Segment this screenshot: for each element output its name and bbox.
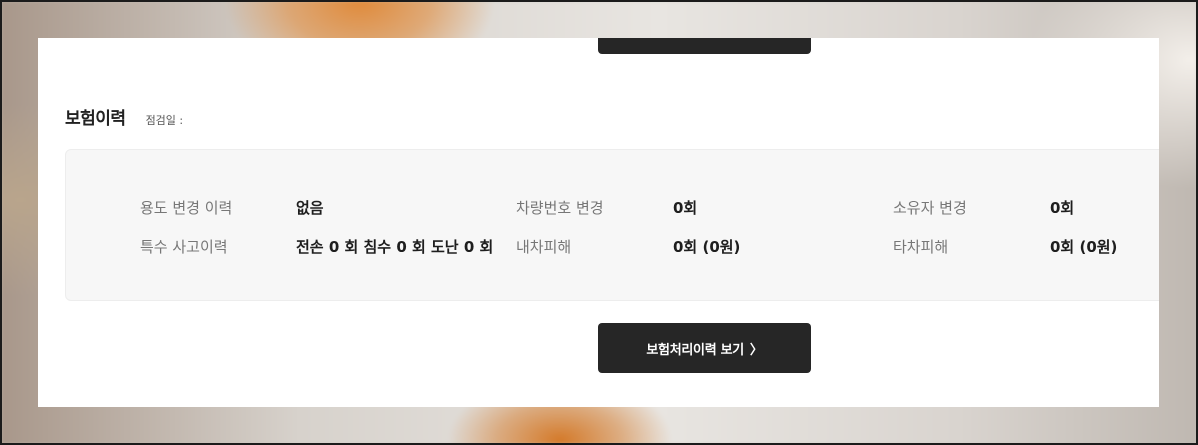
insurance-info-panel: 용도 변경 이력 없음 차량번호 변경 0회 소유자 변경 0회 특수 사고이력… (65, 149, 1159, 301)
usage-change-label: 용도 변경 이력 (140, 199, 233, 217)
other-damage-label: 타차피해 (893, 238, 949, 256)
usage-change-value: 없음 (296, 199, 324, 217)
previous-section-button-edge[interactable] (598, 38, 811, 54)
other-damage-value: 0회 (0원) (1050, 238, 1118, 256)
info-row: 특수 사고이력 전손 0 회 침수 0 회 도난 0 회 내차피해 0회 (0원… (66, 236, 1159, 258)
own-damage-label: 내차피해 (516, 238, 572, 256)
section-header: 보험이력 점검일 : (65, 104, 183, 129)
owner-change-value: 0회 (1050, 199, 1075, 217)
check-date-label: 점검일 : (145, 114, 184, 127)
chevron-right-icon: 〉 (749, 342, 763, 358)
plate-change-label: 차량번호 변경 (516, 199, 604, 217)
plate-change-value: 0회 (673, 199, 698, 217)
special-accident-label: 특수 사고이력 (140, 238, 228, 256)
owner-change-label: 소유자 변경 (893, 199, 967, 217)
view-insurance-history-button[interactable]: 보험처리이력 보기 〉 (598, 323, 811, 373)
info-row: 용도 변경 이력 없음 차량번호 변경 0회 소유자 변경 0회 (66, 197, 1159, 219)
section-title: 보험이력 (65, 109, 126, 129)
view-insurance-history-label: 보험처리이력 보기 (646, 342, 744, 358)
special-accident-value: 전손 0 회 침수 0 회 도난 0 회 (296, 238, 494, 256)
own-damage-value: 0회 (0원) (673, 238, 741, 256)
insurance-history-card: 보험이력 점검일 : 용도 변경 이력 없음 차량번호 변경 0회 소유자 변경… (38, 38, 1159, 407)
